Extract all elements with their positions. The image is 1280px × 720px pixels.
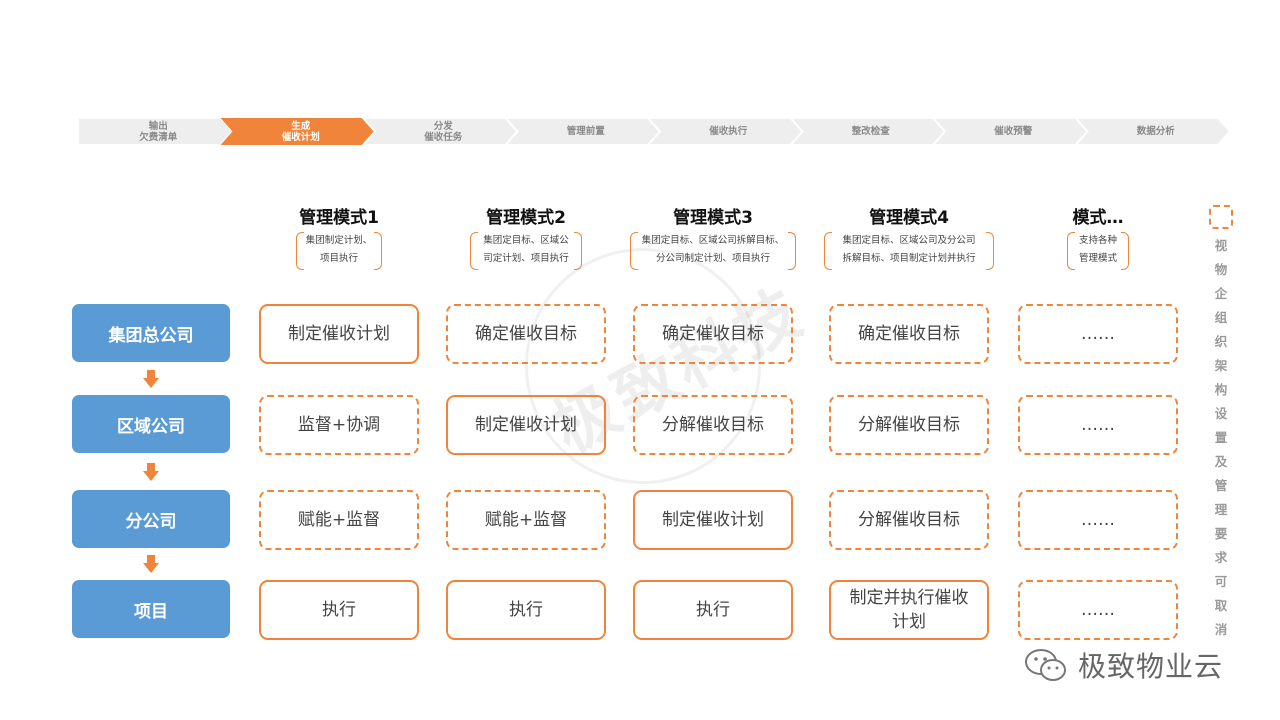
- process-step-line1: 管理前置: [566, 126, 605, 137]
- bracket-right: [986, 232, 994, 270]
- process-step-label: 分发 催收任务: [375, 118, 512, 145]
- matrix-cell: ……: [1018, 580, 1178, 640]
- org-level-box: 集团总公司: [72, 304, 230, 362]
- mode-description-text: 集团定目标、区域公司及分公司 拆解目标、项目制定计划并执行: [842, 232, 975, 268]
- mode-description-text: 集团制定计划、 项目执行: [306, 232, 373, 268]
- mode-desc-line1: 集团定目标、区域公: [483, 235, 569, 246]
- bracket-right: [788, 232, 796, 270]
- mode-description-text: 支持各种 管理模式: [1079, 232, 1117, 268]
- process-bar: 输出 欠费清单 生成 催收计划 分发 催收任务 管理前置 催收执行 整改检查 催收预警 数据分析: [78, 118, 1230, 145]
- process-step-label: 数据分析: [1088, 118, 1225, 145]
- mode-desc-line1: 支持各种: [1078, 235, 1117, 246]
- process-step-label: 催收执行: [660, 118, 797, 145]
- matrix-cell: 确定催收目标: [446, 304, 606, 364]
- mode-title: 管理模式3: [673, 208, 753, 228]
- arrow-down-icon: [143, 555, 159, 573]
- mode-description-text: 集团定目标、区域公 司定计划、项目执行: [483, 232, 569, 268]
- matrix-cell: 确定催收目标: [633, 304, 793, 364]
- mode-description: 支持各种 管理模式: [1067, 232, 1129, 270]
- matrix-cell: 确定催收目标: [829, 304, 989, 364]
- bracket-right: [574, 232, 582, 270]
- bracket-right: [1121, 232, 1129, 270]
- bracket-left: [1067, 232, 1075, 270]
- process-step-line1: 催收执行: [709, 126, 748, 137]
- process-step-label: 催收预警: [945, 118, 1082, 145]
- brand-logo: 极致物业云: [1022, 645, 1223, 685]
- matrix-cell: 赋能+监督: [259, 490, 419, 550]
- process-step-line2: 催收计划: [281, 131, 320, 143]
- mode-desc-line2: 拆解目标、项目制定计划并执行: [842, 253, 976, 264]
- matrix-cell: 执行: [633, 580, 793, 640]
- mode-title: 管理模式4: [869, 208, 949, 228]
- matrix-cell: 赋能+监督: [446, 490, 606, 550]
- matrix-cell: 分解催收目标: [829, 395, 989, 455]
- mode-title: 管理模式2: [486, 208, 566, 228]
- optional-note: 视物企组织架构设置及管理要求可取消: [1214, 238, 1228, 637]
- matrix-cell: 制定催收计划: [259, 304, 419, 364]
- mode-description-text: 集团定目标、区域公司拆解目标、 分公司制定计划、项目执行: [642, 232, 785, 268]
- bracket-left: [630, 232, 638, 270]
- org-level-box: 分公司: [72, 490, 230, 548]
- arrow-down-icon: [143, 369, 159, 388]
- mode-desc-line2: 管理模式: [1078, 253, 1117, 264]
- mode-desc-line1: 集团制定计划、: [305, 235, 373, 246]
- bracket-right: [374, 232, 382, 270]
- process-step-label: 整改检查: [803, 118, 940, 145]
- process-step-line1: 输出: [148, 120, 168, 132]
- process-step-line1: 数据分析: [1136, 126, 1175, 137]
- process-step-line1: 催收预警: [994, 126, 1033, 137]
- mode-desc-line2: 分公司制定计划、项目执行: [655, 253, 770, 264]
- process-step-line1: 生成: [291, 120, 311, 132]
- process-step-line2: 催收任务: [424, 131, 463, 143]
- process-step-line1: 整改检查: [851, 126, 890, 137]
- matrix-cell: 分解催收目标: [633, 395, 793, 455]
- matrix-cell: ……: [1018, 490, 1178, 550]
- mode-description: 集团制定计划、 项目执行: [296, 232, 382, 270]
- matrix-cell: 执行: [259, 580, 419, 640]
- process-step-label: 管理前置: [518, 118, 655, 145]
- matrix-cell: 制定并执行催收计划: [829, 580, 989, 640]
- org-level-box: 区域公司: [72, 395, 230, 453]
- matrix-cell: ……: [1018, 395, 1178, 455]
- matrix-cell: 执行: [446, 580, 606, 640]
- mode-description: 集团定目标、区域公司及分公司 拆解目标、项目制定计划并执行: [824, 232, 994, 270]
- process-step-line2: 欠费清单: [139, 131, 178, 143]
- mode-desc-line1: 集团定目标、区域公司及分公司: [842, 235, 976, 246]
- mode-title: 模式…: [1072, 208, 1124, 228]
- arrow-down-icon: [143, 462, 159, 481]
- process-step-label: 输出 欠费清单: [90, 118, 227, 145]
- bracket-left: [470, 232, 478, 270]
- matrix-cell: 制定催收计划: [446, 395, 606, 455]
- bracket-left: [296, 232, 304, 270]
- matrix-cell: ……: [1018, 304, 1178, 364]
- mode-description: 集团定目标、区域公司拆解目标、 分公司制定计划、项目执行: [630, 232, 796, 270]
- process-step-line1: 分发: [433, 120, 453, 132]
- wechat-icon: [1025, 649, 1066, 681]
- mode-title: 管理模式1: [299, 208, 379, 228]
- org-level-box: 项目: [72, 580, 230, 638]
- matrix-cell: 分解催收目标: [829, 490, 989, 550]
- mode-desc-line2: 司定计划、项目执行: [483, 253, 569, 264]
- bracket-left: [824, 232, 832, 270]
- mode-description: 集团定目标、区域公 司定计划、项目执行: [470, 232, 582, 270]
- brand-name: 极致物业云: [1078, 650, 1224, 683]
- matrix-cell: 监督+协调: [259, 395, 419, 455]
- matrix-cell: 制定催收计划: [633, 490, 793, 550]
- optional-legend-box: [1209, 205, 1233, 229]
- mode-desc-line2: 项目执行: [319, 253, 358, 264]
- process-step-label: 生成 催收计划: [233, 118, 370, 145]
- mode-desc-line1: 集团定目标、区域公司拆解目标、: [641, 235, 785, 246]
